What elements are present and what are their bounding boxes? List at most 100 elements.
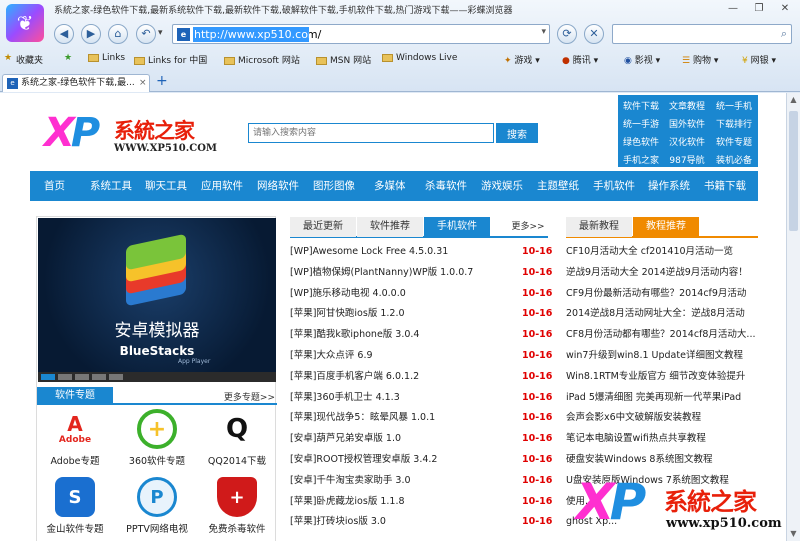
quick-link[interactable]: 文章教程 <box>664 99 710 112</box>
bookmark-shopping[interactable]: ☰ 购物 ▾ <box>682 53 718 66</box>
pager-dot[interactable] <box>58 374 72 380</box>
address-selected-text[interactable]: http://www.xp510.com/ <box>193 27 309 42</box>
list-item-title[interactable]: [安卓]葫芦兄弟安卓版 1.0 <box>290 429 510 449</box>
tab-latest-tutorials[interactable]: 最新教程 <box>566 217 632 237</box>
address-dropdown-icon[interactable]: ▾ <box>541 27 546 37</box>
tab-close-icon[interactable]: × <box>139 75 147 91</box>
quick-link[interactable]: 装机必备 <box>711 153 757 166</box>
tutorial-item[interactable]: win7升级到win8.1 Update详细图文教程 <box>566 346 758 366</box>
back-button[interactable]: ◀ <box>54 24 74 44</box>
undo-button[interactable]: ↶ <box>136 24 156 44</box>
topics-more-link[interactable]: 更多专题>> <box>224 390 275 403</box>
bookmark-links[interactable]: Links <box>88 53 125 63</box>
bookmark-links-china[interactable]: Links for 中国 <box>134 53 207 66</box>
list-item[interactable]: [苹果]现代战争5：眩晕风暴 1.0.1 10-16 <box>290 408 552 428</box>
list-item-title[interactable]: [苹果]酷我k歌iphone版 3.0.4 <box>290 325 510 345</box>
tab-xp510[interactable]: e 系统之家-绿色软件下载,最... × <box>2 74 150 92</box>
quick-link[interactable]: 汉化软件 <box>664 135 710 148</box>
list-item[interactable]: [苹果]卧虎藏龙ios版 1.1.8 10-16 <box>290 492 552 512</box>
add-favorite-icon[interactable]: ★ <box>64 53 72 63</box>
vertical-scrollbar[interactable]: ▲ ▼ <box>786 93 800 541</box>
nav-item[interactable]: 杀毒软件 <box>425 171 467 201</box>
quick-link[interactable]: 软件下载 <box>618 99 664 112</box>
list-item-title[interactable]: [WP]Awesome Lock Free 4.5.0.31 <box>290 242 510 262</box>
list-item-title[interactable]: [苹果]阿甘快跑ios版 1.2.0 <box>290 304 510 324</box>
tutorial-item[interactable]: CF8月份活动都有哪些？2014cf8月活动大... <box>566 325 758 345</box>
bookmark-video[interactable]: ◉ 影视 ▾ <box>624 53 660 66</box>
quick-link[interactable]: 绿色软件 <box>618 135 664 148</box>
nav-item[interactable]: 网络软件 <box>257 171 299 201</box>
bluestacks-banner[interactable]: 安卓模拟器 BlueStacks App Player <box>38 218 276 372</box>
refresh-button[interactable]: ⟳ <box>557 24 577 44</box>
list-item[interactable]: [苹果]阿甘快跑ios版 1.2.0 10-16 <box>290 304 552 324</box>
quick-link[interactable]: 统一手游 <box>618 117 664 130</box>
list-item-title[interactable]: [苹果]卧虎藏龙ios版 1.1.8 <box>290 492 510 512</box>
list-item-title[interactable]: [安卓]ROOT授权管理安卓版 3.4.2 <box>290 450 510 470</box>
forward-button[interactable]: ▶ <box>81 24 101 44</box>
quick-link[interactable]: 下载排行 <box>711 117 757 130</box>
tutorial-item[interactable]: CF10月活动大全 cf201410月活动一览 <box>566 242 758 262</box>
browser-logo-icon[interactable]: ❦ <box>6 4 44 42</box>
pager-dot[interactable] <box>92 374 106 380</box>
address-bar[interactable]: e http://www.xp510.com/ ▾ <box>172 24 550 44</box>
stop-button[interactable]: ✕ <box>584 24 604 44</box>
nav-item[interactable]: 图形图像 <box>313 171 355 201</box>
tutorial-item[interactable]: 硬盘安装Windows 8系统图文教程 <box>566 450 758 470</box>
pager-dot[interactable] <box>75 374 89 380</box>
nav-item[interactable]: 系统工具 <box>90 171 132 201</box>
tutorial-item[interactable]: 2014逆战8月活动网址大全：逆战8月活动 <box>566 304 758 324</box>
scroll-up-icon[interactable]: ▲ <box>787 93 800 107</box>
nav-item[interactable]: 聊天工具 <box>145 171 187 201</box>
tab-recent-updates[interactable]: 最近更新 <box>290 217 356 237</box>
quick-link[interactable]: 统一手机 <box>711 99 757 112</box>
new-tab-button[interactable]: + <box>156 73 168 89</box>
nav-item[interactable]: 应用软件 <box>201 171 243 201</box>
tab-software-picks[interactable]: 软件推荐 <box>357 217 423 237</box>
topic-antivirus[interactable]: + 免费杀毒软件 <box>201 477 273 539</box>
home-button[interactable]: ⌂ <box>108 24 128 44</box>
topic-kingsoft[interactable]: S 金山软件专题 <box>39 477 111 539</box>
nav-item[interactable]: 游戏娱乐 <box>481 171 523 201</box>
scroll-thumb[interactable] <box>789 111 798 231</box>
topic-qq[interactable]: Q QQ2014下载 <box>201 409 273 471</box>
list-item-title[interactable]: [WP]施乐移动电视 4.0.0.0 <box>290 284 510 304</box>
scroll-down-icon[interactable]: ▼ <box>787 527 800 541</box>
nav-item[interactable]: 主题壁纸 <box>537 171 579 201</box>
nav-item-home[interactable]: 首页 <box>44 171 65 201</box>
restore-icon[interactable]: ❐ <box>748 2 770 16</box>
bookmark-bank[interactable]: ¥ 网银 ▾ <box>742 53 776 66</box>
nav-item[interactable]: 多媒体 <box>374 171 406 201</box>
topic-adobe[interactable]: A Adobe Adobe专题 <box>39 409 111 471</box>
tutorial-item[interactable]: iPad 5爆清细图 完美再现新一代苹果iPad <box>566 388 758 408</box>
list-item[interactable]: [WP]植物保姆(PlantNanny)WP版 1.0.0.7 10-16 <box>290 263 552 283</box>
list-item[interactable]: [苹果]酷我k歌iphone版 3.0.4 10-16 <box>290 325 552 345</box>
list-item-title[interactable]: [苹果]现代战争5：眩晕风暴 1.0.1 <box>290 408 510 428</box>
pager-dot[interactable] <box>109 374 123 380</box>
tutorial-item[interactable]: 笔记本电脑设置wifi热点共享教程 <box>566 429 758 449</box>
favorites-menu[interactable]: 收藏夹 <box>16 53 43 66</box>
minimize-icon[interactable]: — <box>722 2 744 16</box>
close-window-icon[interactable]: ✕ <box>774 2 796 16</box>
quick-link[interactable]: 国外软件 <box>664 117 710 130</box>
bookmark-msn[interactable]: MSN 网站 <box>316 53 371 66</box>
undo-dropdown-icon[interactable]: ▾ <box>158 28 163 38</box>
nav-item[interactable]: 书籍下载 <box>704 171 746 201</box>
list-item[interactable]: [苹果]百度手机客户端 6.0.1.2 10-16 <box>290 367 552 387</box>
list-item-title[interactable]: [安卓]千牛淘宝卖家助手 3.0 <box>290 471 510 491</box>
list-item[interactable]: [苹果]打砖块ios版 3.0 10-16 <box>290 512 552 532</box>
list-item[interactable]: [苹果]360手机卫士 4.1.3 10-16 <box>290 388 552 408</box>
site-search-button[interactable]: 搜索 <box>496 123 538 143</box>
list-item-title[interactable]: [苹果]大众点评 6.9 <box>290 346 510 366</box>
quick-link[interactable]: 手机之家 <box>618 153 664 166</box>
list-item-title[interactable]: [苹果]百度手机客户端 6.0.1.2 <box>290 367 510 387</box>
middle-more-link[interactable]: 更多>> <box>508 217 548 237</box>
nav-item[interactable]: 操作系统 <box>648 171 690 201</box>
site-search-input[interactable] <box>248 123 494 143</box>
list-item-title[interactable]: [WP]植物保姆(PlantNanny)WP版 1.0.0.7 <box>290 263 510 283</box>
nav-item[interactable]: 手机软件 <box>593 171 635 201</box>
list-item[interactable]: [安卓]千牛淘宝卖家助手 3.0 10-16 <box>290 471 552 491</box>
pager-dot[interactable] <box>41 374 55 380</box>
list-item[interactable]: [安卓]ROOT授权管理安卓版 3.4.2 10-16 <box>290 450 552 470</box>
bookmark-microsoft[interactable]: Microsoft 网站 <box>224 53 300 66</box>
bookmark-windows-live[interactable]: Windows Live <box>382 53 457 63</box>
